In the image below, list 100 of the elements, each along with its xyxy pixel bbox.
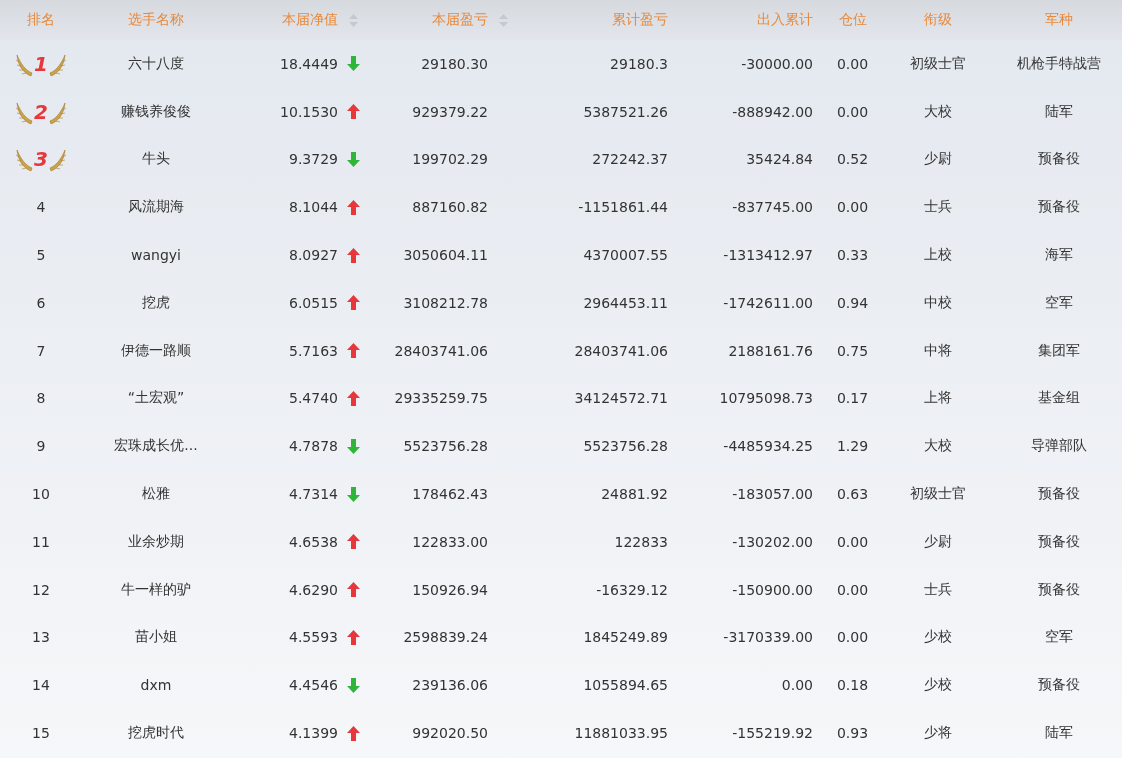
rank-number: 6: [36, 294, 46, 311]
period-profit: 3050604.11: [403, 247, 488, 264]
total-profit: 4370007.55: [583, 247, 668, 264]
position-ratio: 0.00: [836, 533, 869, 550]
total-profit: 5387521.26: [583, 103, 668, 120]
rank-number: 5: [36, 247, 46, 264]
position-ratio: 0.52: [836, 151, 869, 168]
sort-icon[interactable]: [348, 13, 358, 27]
position-ratio: 0.33: [836, 247, 869, 264]
player-name[interactable]: wangyi: [131, 247, 181, 264]
cash-flow: -1742611.00: [723, 294, 813, 311]
period-profit: 122833.00: [412, 533, 488, 550]
player-name[interactable]: “土宏观”: [127, 389, 185, 408]
period-profit: 178462.43: [412, 486, 488, 503]
net-value: 5.7163: [289, 342, 338, 359]
net-value: 8.0927: [289, 247, 338, 264]
player-name[interactable]: 风流期海: [128, 198, 184, 217]
position-ratio: 0.93: [836, 725, 869, 742]
position-ratio: 0.75: [836, 342, 869, 359]
military-branch: 预备役: [1037, 150, 1080, 169]
cash-flow: -150900.00: [732, 581, 813, 598]
rank-number: 12: [32, 581, 50, 598]
rank-number: 11: [32, 533, 50, 550]
cash-flow: 35424.84: [746, 151, 813, 168]
rank-number: 4: [36, 199, 46, 216]
military-rank: 士兵: [923, 580, 952, 599]
rank-number: 10: [32, 486, 50, 503]
position-ratio: 0.00: [836, 629, 869, 646]
military-branch: 机枪手特战营: [1016, 54, 1101, 73]
position-ratio: 0.63: [836, 486, 869, 503]
total-profit: 1845249.89: [583, 629, 668, 646]
position-ratio: 0.00: [836, 199, 869, 216]
cash-flow: -30000.00: [741, 55, 813, 72]
period-profit: 199702.29: [412, 151, 488, 168]
rank-number: 8: [36, 390, 46, 407]
military-branch: 预备役: [1037, 198, 1080, 217]
cash-flow: -155219.92: [732, 725, 813, 742]
period-profit: 29180.30: [421, 55, 488, 72]
player-name[interactable]: 六十八度: [128, 54, 184, 73]
rank-badge: 3: [14, 144, 68, 175]
cash-flow: -183057.00: [732, 486, 813, 503]
total-profit: 5523756.28: [583, 438, 668, 455]
net-value: 4.5593: [289, 629, 338, 646]
net-value: 4.1399: [289, 725, 338, 742]
player-name[interactable]: 苗小姐: [135, 628, 177, 647]
total-profit: 2964453.11: [583, 294, 668, 311]
player-name[interactable]: 牛一样的驴: [121, 580, 191, 599]
player-name[interactable]: 挖虎: [142, 293, 170, 312]
period-profit: 28403741.06: [394, 342, 488, 359]
military-rank: 上将: [923, 389, 952, 408]
position-ratio: 0.00: [836, 103, 869, 120]
total-profit: 29180.3: [610, 55, 668, 72]
military-rank: 中校: [923, 293, 952, 312]
player-name[interactable]: 牛头: [142, 150, 170, 169]
net-value: 18.4449: [280, 55, 338, 72]
military-rank: 大校: [923, 437, 952, 456]
military-branch: 陆军: [1044, 724, 1073, 743]
net-value: 4.7314: [289, 486, 338, 503]
period-profit: 887160.82: [412, 199, 488, 216]
cash-flow: -4485934.25: [723, 438, 813, 455]
cash-flow: -1313412.97: [723, 247, 813, 264]
rank-badge: 2: [14, 96, 68, 127]
player-name[interactable]: 业余炒期: [128, 532, 184, 551]
cash-flow: -888942.00: [732, 103, 813, 120]
column-header: 出入累计: [757, 11, 813, 29]
net-value: 10.1530: [280, 103, 338, 120]
military-branch: 预备役: [1037, 485, 1080, 504]
cash-flow: -837745.00: [732, 199, 813, 216]
total-profit: 34124572.71: [574, 390, 668, 407]
sort-icon[interactable]: [498, 13, 508, 27]
military-rank: 少校: [923, 676, 952, 695]
military-branch: 基金组: [1037, 389, 1080, 408]
column-header: 军种: [1044, 11, 1073, 29]
total-profit: 122833: [614, 533, 668, 550]
military-branch: 预备役: [1037, 676, 1080, 695]
player-name[interactable]: 赚钱养俊俊: [121, 102, 191, 121]
position-ratio: 0.00: [836, 55, 869, 72]
player-name[interactable]: 挖虎时代: [128, 724, 184, 743]
military-rank: 中将: [923, 341, 952, 360]
column-header: 衔级: [923, 11, 952, 29]
cash-flow: 0.00: [781, 677, 813, 694]
net-value: 4.4546: [289, 677, 338, 694]
period-profit: 150926.94: [412, 581, 488, 598]
rank-number: 14: [32, 677, 50, 694]
player-name[interactable]: 伊德一路顺: [121, 341, 191, 360]
military-rank: 少尉: [923, 150, 952, 169]
rank-number: 15: [32, 725, 50, 742]
military-rank: 大校: [923, 102, 952, 121]
column-header: 仓位: [838, 11, 867, 29]
net-value: 9.3729: [289, 151, 338, 168]
player-name[interactable]: 宏珠成长优...: [114, 437, 198, 456]
player-name[interactable]: dxm: [140, 677, 172, 694]
position-ratio: 0.17: [836, 390, 869, 407]
rank-number: 9: [36, 438, 46, 455]
player-name[interactable]: 松雅: [142, 485, 170, 504]
total-profit: -1151861.44: [578, 199, 668, 216]
period-profit: 2598839.24: [403, 629, 488, 646]
military-branch: 海军: [1044, 246, 1073, 265]
total-profit: 272242.37: [592, 151, 668, 168]
military-branch: 陆军: [1044, 102, 1073, 121]
